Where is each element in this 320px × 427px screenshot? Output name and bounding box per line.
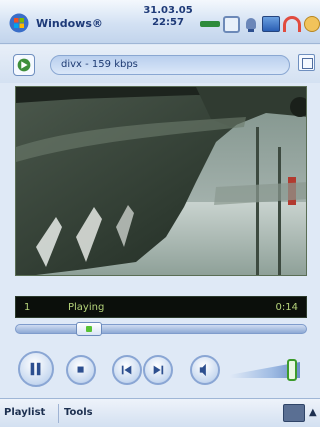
fullscreen-icon[interactable] — [298, 54, 315, 71]
stop-button[interactable] — [66, 355, 96, 385]
media-player-icon[interactable] — [13, 54, 35, 76]
status-icons — [200, 14, 320, 34]
play-state: Playing — [68, 302, 105, 313]
transport-controls — [0, 342, 320, 392]
pause-button[interactable] — [18, 351, 54, 387]
speaker-icon[interactable] — [243, 16, 259, 33]
video-frame[interactable] — [15, 86, 307, 276]
windows-start-icon[interactable] — [9, 13, 29, 33]
playback-status: 1 Playing 0:14 — [15, 296, 307, 318]
media-player-window: Windows® 31.03.05 22:57 divx - 159 kbps — [0, 0, 320, 427]
signal-icon[interactable] — [200, 21, 220, 27]
skip-forward-icon — [153, 365, 164, 375]
volume-icon — [199, 363, 206, 377]
headset-icon[interactable] — [283, 16, 301, 32]
volume-slider[interactable] — [230, 356, 310, 384]
clock[interactable]: 31.03.05 22:57 — [138, 5, 198, 29]
menu-bar: Playlist Tools ▲ — [0, 398, 320, 427]
app-title: Windows® — [36, 17, 103, 30]
skip-back-icon — [121, 365, 132, 375]
playlist-menu[interactable]: Playlist — [4, 407, 45, 418]
connectivity-icon[interactable] — [262, 16, 280, 32]
clock-date: 31.03.05 — [143, 5, 193, 16]
mute-button[interactable] — [190, 355, 220, 385]
video-image — [16, 87, 306, 275]
tools-menu[interactable]: Tools — [64, 407, 93, 418]
input-panel-arrow[interactable]: ▲ — [309, 407, 317, 418]
menu-divider — [58, 404, 59, 423]
volume-thumb[interactable] — [287, 359, 297, 381]
track-number: 1 — [24, 302, 31, 313]
clock-time: 22:57 — [152, 17, 184, 28]
previous-button[interactable] — [112, 355, 142, 385]
clip-bar: divx - 159 kbps — [0, 45, 320, 83]
battery-icon[interactable] — [223, 15, 240, 33]
pause-icon — [30, 362, 41, 376]
clip-info[interactable]: divx - 159 kbps — [50, 55, 290, 75]
close-icon[interactable] — [304, 16, 320, 32]
seek-thumb[interactable] — [76, 322, 102, 336]
next-button[interactable] — [143, 355, 173, 385]
stop-icon — [77, 366, 84, 373]
seek-track[interactable] — [15, 324, 307, 334]
keyboard-icon[interactable] — [283, 404, 305, 422]
elapsed-time: 0:14 — [275, 302, 298, 313]
seek-bar[interactable] — [15, 322, 307, 336]
title-bar: Windows® 31.03.05 22:57 — [0, 0, 320, 44]
